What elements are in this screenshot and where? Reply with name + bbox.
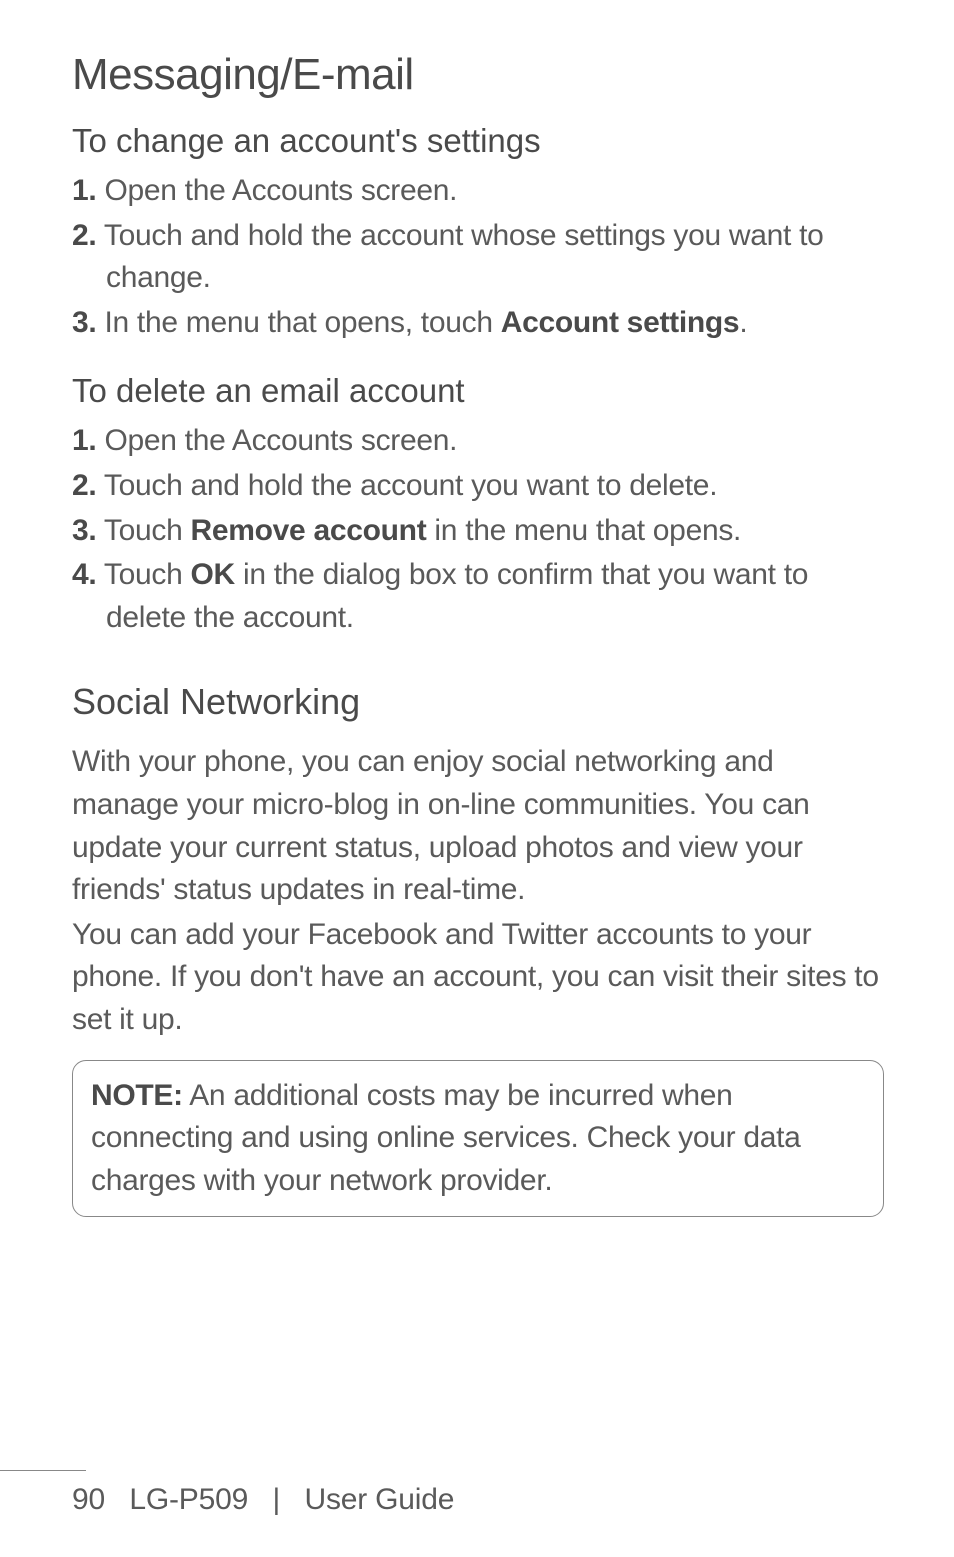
note-text: NOTE: An additional costs may be incurre… bbox=[91, 1075, 865, 1203]
step-text: Open the Accounts screen. bbox=[96, 174, 457, 207]
steps-list-delete-account: 1. Open the Accounts screen. 2. Touch an… bbox=[72, 420, 884, 639]
body-paragraph: You can add your Facebook and Twitter ac… bbox=[72, 914, 884, 1042]
step-text: Touch and hold the account whose setting… bbox=[96, 219, 823, 295]
step-bold: Remove account bbox=[191, 514, 427, 547]
list-item: 2. Touch and hold the account whose sett… bbox=[72, 215, 884, 300]
step-text-after: in the menu that opens. bbox=[426, 514, 741, 547]
page-number: 90 bbox=[72, 1483, 105, 1516]
list-item: 2. Touch and hold the account you want t… bbox=[72, 465, 884, 508]
list-item: 4. Touch OK in the dialog box to confirm… bbox=[72, 554, 884, 639]
step-text-before: Touch bbox=[96, 558, 190, 591]
step-number: 4. bbox=[72, 558, 96, 591]
step-text-before: Touch bbox=[96, 514, 190, 547]
step-number: 2. bbox=[72, 219, 96, 252]
list-item: 1. Open the Accounts screen. bbox=[72, 420, 884, 463]
step-number: 1. bbox=[72, 174, 96, 207]
step-bold: OK bbox=[191, 558, 235, 591]
step-text: Open the Accounts screen. bbox=[96, 424, 457, 457]
note-box: NOTE: An additional costs may be incurre… bbox=[72, 1060, 884, 1218]
list-item: 1. Open the Accounts screen. bbox=[72, 170, 884, 213]
list-item: 3. In the menu that opens, touch Account… bbox=[72, 302, 884, 345]
footer-divider-line bbox=[0, 1470, 86, 1471]
step-number: 1. bbox=[72, 424, 96, 457]
step-text: Touch and hold the account you want to d… bbox=[96, 469, 717, 502]
footer-text: 90 LG-P509 | User Guide bbox=[0, 1483, 954, 1517]
step-number: 3. bbox=[72, 306, 96, 339]
step-number: 3. bbox=[72, 514, 96, 547]
model-name: LG-P509 bbox=[129, 1483, 248, 1516]
page-footer: 90 LG-P509 | User Guide bbox=[0, 1470, 954, 1517]
body-paragraph: With your phone, you can enjoy social ne… bbox=[72, 741, 884, 911]
note-label: NOTE: bbox=[91, 1079, 183, 1112]
footer-divider: | bbox=[272, 1483, 280, 1516]
step-text-before: In the menu that opens, touch bbox=[96, 306, 500, 339]
section-heading-change-settings: To change an account's settings bbox=[72, 122, 884, 160]
guide-label: User Guide bbox=[304, 1483, 454, 1516]
section-heading-delete-account: To delete an email account bbox=[72, 372, 884, 410]
list-item: 3. Touch Remove account in the menu that… bbox=[72, 510, 884, 553]
step-number: 2. bbox=[72, 469, 96, 502]
page-title: Messaging/E-mail bbox=[72, 50, 884, 100]
step-text-after: . bbox=[739, 306, 747, 339]
step-bold: Account settings bbox=[501, 306, 740, 339]
note-body: An additional costs may be incurred when… bbox=[91, 1079, 801, 1197]
section-title-social: Social Networking bbox=[72, 681, 884, 723]
steps-list-change-settings: 1. Open the Accounts screen. 2. Touch an… bbox=[72, 170, 884, 344]
